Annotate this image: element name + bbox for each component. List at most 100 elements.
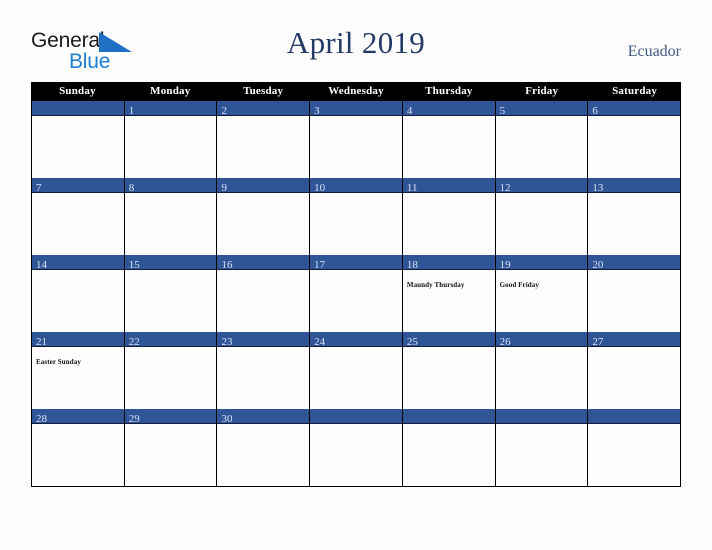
day-body bbox=[310, 116, 402, 177]
day-number: 22 bbox=[128, 336, 140, 348]
day-number-bar: 21 bbox=[32, 332, 124, 348]
day-number: 28 bbox=[36, 413, 47, 425]
dow-saturday: Saturday bbox=[612, 85, 658, 97]
day-body bbox=[125, 347, 217, 408]
day-number: 24 bbox=[314, 336, 326, 348]
day-number bbox=[32, 105, 36, 117]
day-body bbox=[588, 116, 680, 177]
day-number: 26 bbox=[499, 336, 511, 348]
day-number: 13 bbox=[592, 182, 604, 194]
day-cell[interactable]: 5 bbox=[495, 101, 589, 178]
day-body bbox=[310, 347, 402, 408]
day-cell[interactable]: 23 bbox=[217, 332, 311, 409]
calendar-page: General Blue April 2019 Ecuador Sunday M… bbox=[0, 0, 712, 550]
day-body bbox=[32, 270, 124, 331]
day-body bbox=[125, 424, 217, 485]
dow-wednesday: Wednesday bbox=[328, 85, 384, 97]
day-cell[interactable] bbox=[588, 409, 681, 486]
country-label: Ecuador bbox=[627, 43, 681, 60]
day-cell[interactable]: 30 bbox=[217, 409, 311, 486]
day-number-bar: 29 bbox=[124, 409, 217, 425]
day-number: 8 bbox=[128, 182, 135, 194]
day-number-bar: 5 bbox=[495, 101, 588, 117]
day-cell[interactable]: 27 bbox=[588, 332, 681, 409]
page-header: General Blue April 2019 Ecuador bbox=[0, 0, 712, 82]
dow-sunday: Sunday bbox=[59, 85, 96, 97]
day-cell[interactable] bbox=[32, 101, 125, 178]
day-cell[interactable]: 29 bbox=[124, 409, 218, 486]
day-cell[interactable]: 6 bbox=[588, 101, 681, 178]
day-cell[interactable]: 22 bbox=[124, 332, 218, 409]
day-cell[interactable]: 26 bbox=[495, 332, 589, 409]
day-number: 9 bbox=[221, 182, 227, 194]
day-body bbox=[125, 193, 217, 254]
week-row: 28 29 30 bbox=[32, 409, 681, 486]
day-cell[interactable]: 20 bbox=[588, 255, 681, 332]
day-number-bar bbox=[310, 409, 402, 424]
day-cell[interactable]: 3 bbox=[310, 101, 403, 178]
day-number-bar: 4 bbox=[402, 101, 495, 117]
day-cell[interactable]: 15 bbox=[124, 255, 218, 332]
day-cell[interactable]: 18 Maundy Thursday bbox=[402, 255, 496, 332]
day-cell[interactable]: 4 bbox=[402, 101, 496, 178]
day-number-bar: 8 bbox=[124, 178, 217, 194]
day-cell[interactable]: 24 bbox=[310, 332, 403, 409]
day-body bbox=[588, 270, 680, 331]
day-number-bar: 9 bbox=[217, 178, 310, 194]
day-number: 18 bbox=[406, 259, 418, 271]
day-number-bar bbox=[32, 101, 124, 116]
day-number: 25 bbox=[406, 336, 418, 348]
day-body bbox=[496, 347, 588, 408]
day-body bbox=[217, 347, 309, 408]
day-body bbox=[403, 116, 495, 177]
day-cell[interactable] bbox=[402, 409, 496, 486]
day-number-bar: 18 bbox=[402, 255, 495, 271]
day-cell[interactable]: 9 bbox=[217, 178, 311, 255]
day-cell[interactable]: 25 bbox=[402, 332, 496, 409]
day-cell[interactable]: 13 bbox=[588, 178, 681, 255]
week-row: 21 Easter Sunday 22 23 24 25 26 27 bbox=[32, 332, 681, 409]
day-number: 5 bbox=[499, 105, 506, 117]
day-cell[interactable] bbox=[310, 409, 403, 486]
day-number-bar: 11 bbox=[402, 178, 495, 194]
week-row: 1 2 3 4 5 6 bbox=[32, 101, 681, 178]
day-cell[interactable]: 8 bbox=[124, 178, 218, 255]
day-cell[interactable]: 2 bbox=[217, 101, 311, 178]
day-cell[interactable]: 1 bbox=[124, 101, 218, 178]
day-number-bar: 7 bbox=[32, 178, 124, 194]
day-body: Easter Sunday bbox=[32, 347, 124, 408]
day-body bbox=[32, 424, 124, 485]
day-cell[interactable]: 17 bbox=[310, 255, 403, 332]
day-body bbox=[403, 424, 495, 485]
day-number-bar: 12 bbox=[495, 178, 588, 194]
day-body bbox=[496, 193, 588, 254]
day-body bbox=[217, 424, 309, 485]
day-number-bar: 13 bbox=[588, 178, 681, 194]
day-number: 14 bbox=[36, 259, 47, 271]
day-number bbox=[403, 413, 407, 425]
day-cell[interactable]: 10 bbox=[310, 178, 403, 255]
page-title: April 2019 bbox=[286, 25, 426, 60]
day-cell[interactable]: 19 Good Friday bbox=[495, 255, 589, 332]
calendar-weeks: 1 2 3 4 5 6 7 8 9 10 11 12 13 14 15 16 1… bbox=[31, 101, 681, 487]
day-cell[interactable]: 14 bbox=[32, 255, 125, 332]
day-number: 19 bbox=[499, 259, 511, 271]
day-number: 30 bbox=[221, 413, 233, 425]
day-cell[interactable]: 16 bbox=[217, 255, 311, 332]
day-number: 20 bbox=[592, 259, 604, 271]
day-number-bar: 1 bbox=[124, 101, 217, 117]
day-cell[interactable]: 28 bbox=[32, 409, 125, 486]
day-cell[interactable]: 12 bbox=[495, 178, 589, 255]
day-body bbox=[310, 193, 402, 254]
day-cell[interactable]: 7 bbox=[32, 178, 125, 255]
day-cell[interactable] bbox=[495, 409, 589, 486]
holiday-label: Easter Sunday bbox=[36, 358, 81, 366]
day-body bbox=[217, 116, 309, 177]
day-cell[interactable]: 11 bbox=[402, 178, 496, 255]
day-number: 17 bbox=[314, 259, 326, 271]
day-number-bar: 17 bbox=[310, 255, 402, 271]
day-cell[interactable]: 21 Easter Sunday bbox=[32, 332, 125, 409]
day-body bbox=[403, 347, 495, 408]
day-number-bar: 28 bbox=[32, 409, 124, 425]
day-number: 12 bbox=[499, 182, 511, 194]
